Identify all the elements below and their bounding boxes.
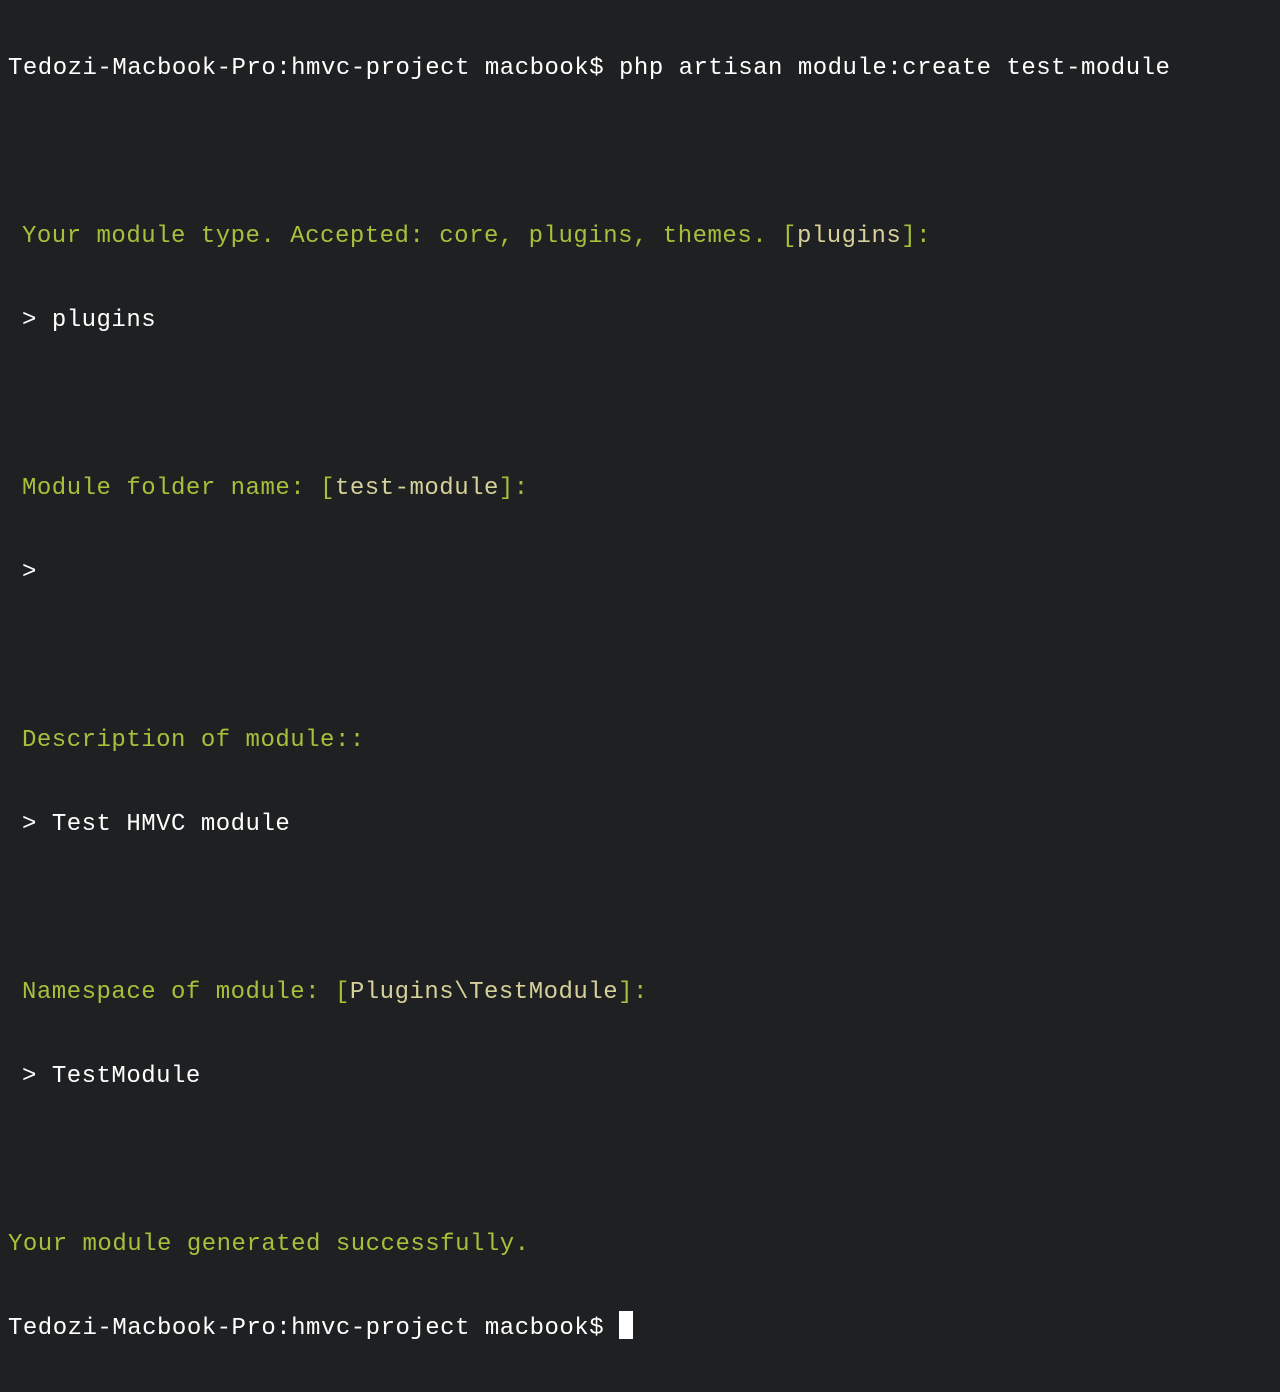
question-description: Description of module:: — [8, 720, 1272, 762]
blank-line — [8, 636, 1272, 678]
answer-description: > Test HMVC module — [8, 804, 1272, 846]
answer-text: TestModule — [52, 1063, 201, 1090]
question-folder-name: Module folder name: [test-module]: — [8, 468, 1272, 510]
terminal-output[interactable]: Tedozi-Macbook-Pro:hmvc-project macbook$… — [8, 6, 1272, 1392]
prompt-dir: hmvc-project — [291, 1315, 470, 1342]
answer-text: Test HMVC module — [52, 811, 290, 838]
answer-marker: > — [22, 307, 37, 334]
question-text: Namespace of module: — [22, 979, 320, 1006]
prompt-user: macbook$ — [485, 1315, 604, 1342]
bracket-close: ]: — [618, 979, 648, 1006]
answer-folder-name: > — [8, 552, 1272, 594]
prompt-host: Tedozi-Macbook-Pro: — [8, 1315, 291, 1342]
prompt-dir: hmvc-project — [291, 55, 470, 82]
command-line: Tedozi-Macbook-Pro:hmvc-project macbook$… — [8, 48, 1272, 90]
default-value: test-module — [335, 475, 499, 502]
blank-line — [8, 384, 1272, 426]
bracket-close: ]: — [901, 223, 931, 250]
default-value: plugins — [797, 223, 901, 250]
answer-marker: > — [22, 811, 37, 838]
success-message: Your module generated successfully. — [8, 1224, 1272, 1266]
final-prompt-line: Tedozi-Macbook-Pro:hmvc-project macbook$ — [8, 1308, 1272, 1350]
question-text: Description of module:: — [22, 727, 365, 754]
prompt-user: macbook$ — [485, 55, 604, 82]
default-value: Plugins\TestModule — [350, 979, 618, 1006]
blank-line — [8, 132, 1272, 174]
bracket-open: [ — [320, 475, 335, 502]
answer-module-type: > plugins — [8, 300, 1272, 342]
answer-text: plugins — [52, 307, 156, 334]
prompt-host: Tedozi-Macbook-Pro: — [8, 55, 291, 82]
success-text: Your module generated successfully. — [8, 1231, 530, 1258]
question-module-type: Your module type. Accepted: core, plugin… — [8, 216, 1272, 258]
bracket-close: ]: — [499, 475, 529, 502]
blank-line — [8, 888, 1272, 930]
cursor-icon — [619, 1311, 633, 1339]
blank-line — [8, 1140, 1272, 1182]
question-text: Your module type. Accepted: core, plugin… — [22, 223, 767, 250]
answer-namespace: > TestModule — [8, 1056, 1272, 1098]
answer-marker: > — [22, 1063, 37, 1090]
command-text: php artisan module:create test-module — [619, 55, 1170, 82]
answer-marker: > — [22, 559, 37, 586]
question-text: Module folder name: — [22, 475, 305, 502]
bracket-open: [ — [782, 223, 797, 250]
question-namespace: Namespace of module: [Plugins\TestModule… — [8, 972, 1272, 1014]
bracket-open: [ — [335, 979, 350, 1006]
